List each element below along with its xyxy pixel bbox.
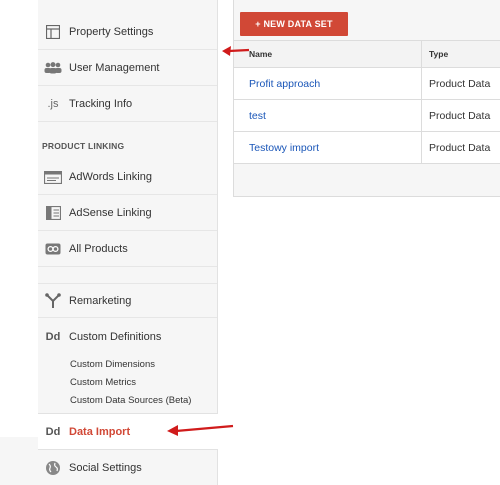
table-row: test Product Data: [234, 100, 500, 132]
sidebar-item-adwords-linking[interactable]: AdWords Linking: [38, 160, 217, 195]
table-header: Name Type: [234, 40, 500, 68]
property-settings-icon: [44, 23, 62, 41]
sidebar-item-label: Social Settings: [69, 461, 142, 474]
sidebar-item-label: Custom Definitions: [69, 330, 162, 343]
sidebar-subitem-custom-dimensions[interactable]: Custom Dimensions: [70, 359, 155, 370]
globe-icon: [44, 459, 62, 477]
data-sets-table: Name Type Profit approach Product Data t…: [234, 40, 500, 164]
custom-definitions-icon: Dd: [45, 330, 61, 343]
sidebar-subitem-custom-data-sources[interactable]: Custom Data Sources (Beta): [70, 395, 191, 406]
column-header-name[interactable]: Name: [234, 41, 421, 67]
section-header-product-linking: PRODUCT LINKING: [42, 141, 125, 151]
data-set-type: Product Data: [421, 68, 500, 99]
sidebar-item-property-settings[interactable]: Property Settings: [38, 15, 217, 50]
sidebar-item-label: User Management: [69, 62, 160, 74]
sidebar-item-custom-definitions[interactable]: Dd Custom Definitions: [38, 319, 217, 354]
adsense-icon: [44, 204, 62, 222]
data-set-name-link[interactable]: Profit approach: [234, 68, 421, 99]
sidebar-item-adsense-linking[interactable]: AdSense Linking: [38, 196, 217, 231]
link-icon: [44, 240, 62, 258]
data-set-type: Product Data: [421, 132, 500, 163]
table-row: Profit approach Product Data: [234, 68, 500, 100]
sidebar-item-tracking-info[interactable]: .js Tracking Info: [38, 87, 217, 122]
remarketing-icon: [44, 292, 62, 310]
sidebar-subitem-custom-metrics[interactable]: Custom Metrics: [70, 377, 136, 388]
sidebar-item-social-settings[interactable]: Social Settings: [38, 450, 217, 485]
sidebar-item-label: AdWords Linking: [69, 171, 152, 183]
arrow-annotation-icon: [222, 46, 250, 56]
sidebar: Property Settings User Management .js Tr…: [0, 0, 218, 485]
data-set-type: Product Data: [421, 100, 500, 131]
data-set-name-link[interactable]: Testowy import: [234, 132, 421, 163]
sidebar-item-label: All Products: [69, 243, 128, 255]
sidebar-item-label: AdSense Linking: [69, 207, 152, 219]
data-import-icon: Dd: [45, 425, 61, 438]
sidebar-item-label: Property Settings: [69, 26, 154, 38]
sidebar-item-remarketing[interactable]: Remarketing: [38, 283, 217, 318]
new-data-set-button[interactable]: + NEW DATA SET: [240, 12, 348, 36]
sidebar-item-all-products[interactable]: All Products: [38, 232, 217, 267]
table-row: Testowy import Product Data: [234, 132, 500, 164]
data-set-name-link[interactable]: test: [234, 100, 421, 131]
adwords-icon: [44, 168, 62, 186]
js-icon: .js: [47, 98, 59, 110]
sidebar-strip: [0, 0, 38, 437]
sidebar-item-label: Data Import: [69, 425, 131, 438]
sidebar-item-label: Tracking Info: [69, 98, 133, 110]
sidebar-item-user-management[interactable]: User Management: [38, 51, 217, 86]
arrow-annotation-icon: [167, 424, 234, 436]
users-icon: [44, 59, 62, 77]
sidebar-item-label: Remarketing: [69, 294, 132, 307]
column-header-type[interactable]: Type: [421, 41, 500, 67]
